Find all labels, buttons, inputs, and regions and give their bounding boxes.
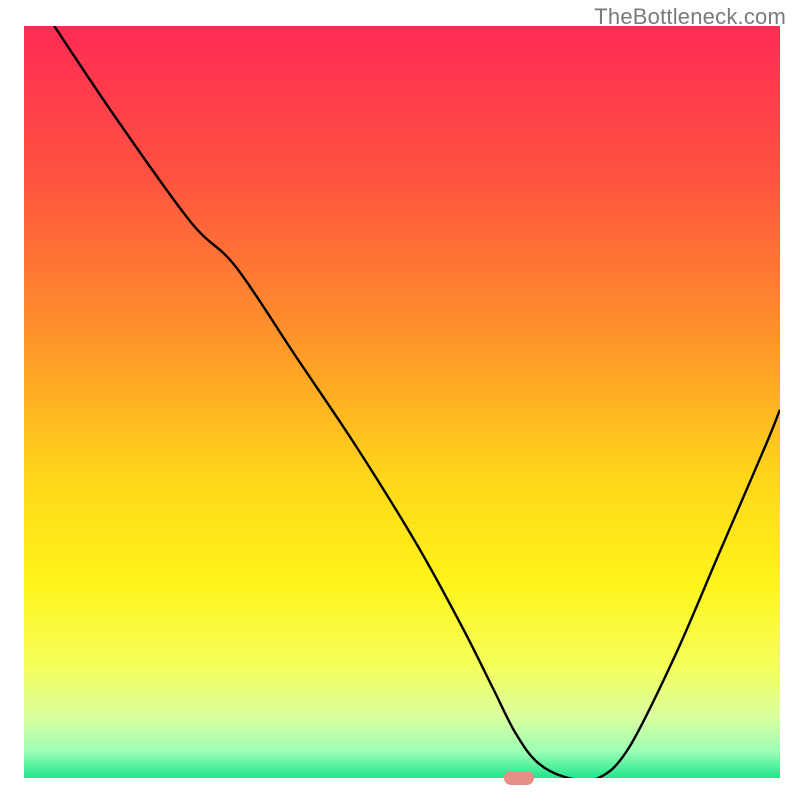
optimum-marker bbox=[504, 771, 534, 785]
plot-area bbox=[24, 26, 780, 778]
curve-layer bbox=[24, 26, 780, 778]
bottleneck-curve bbox=[54, 26, 780, 778]
chart-container: TheBottleneck.com bbox=[0, 0, 800, 800]
